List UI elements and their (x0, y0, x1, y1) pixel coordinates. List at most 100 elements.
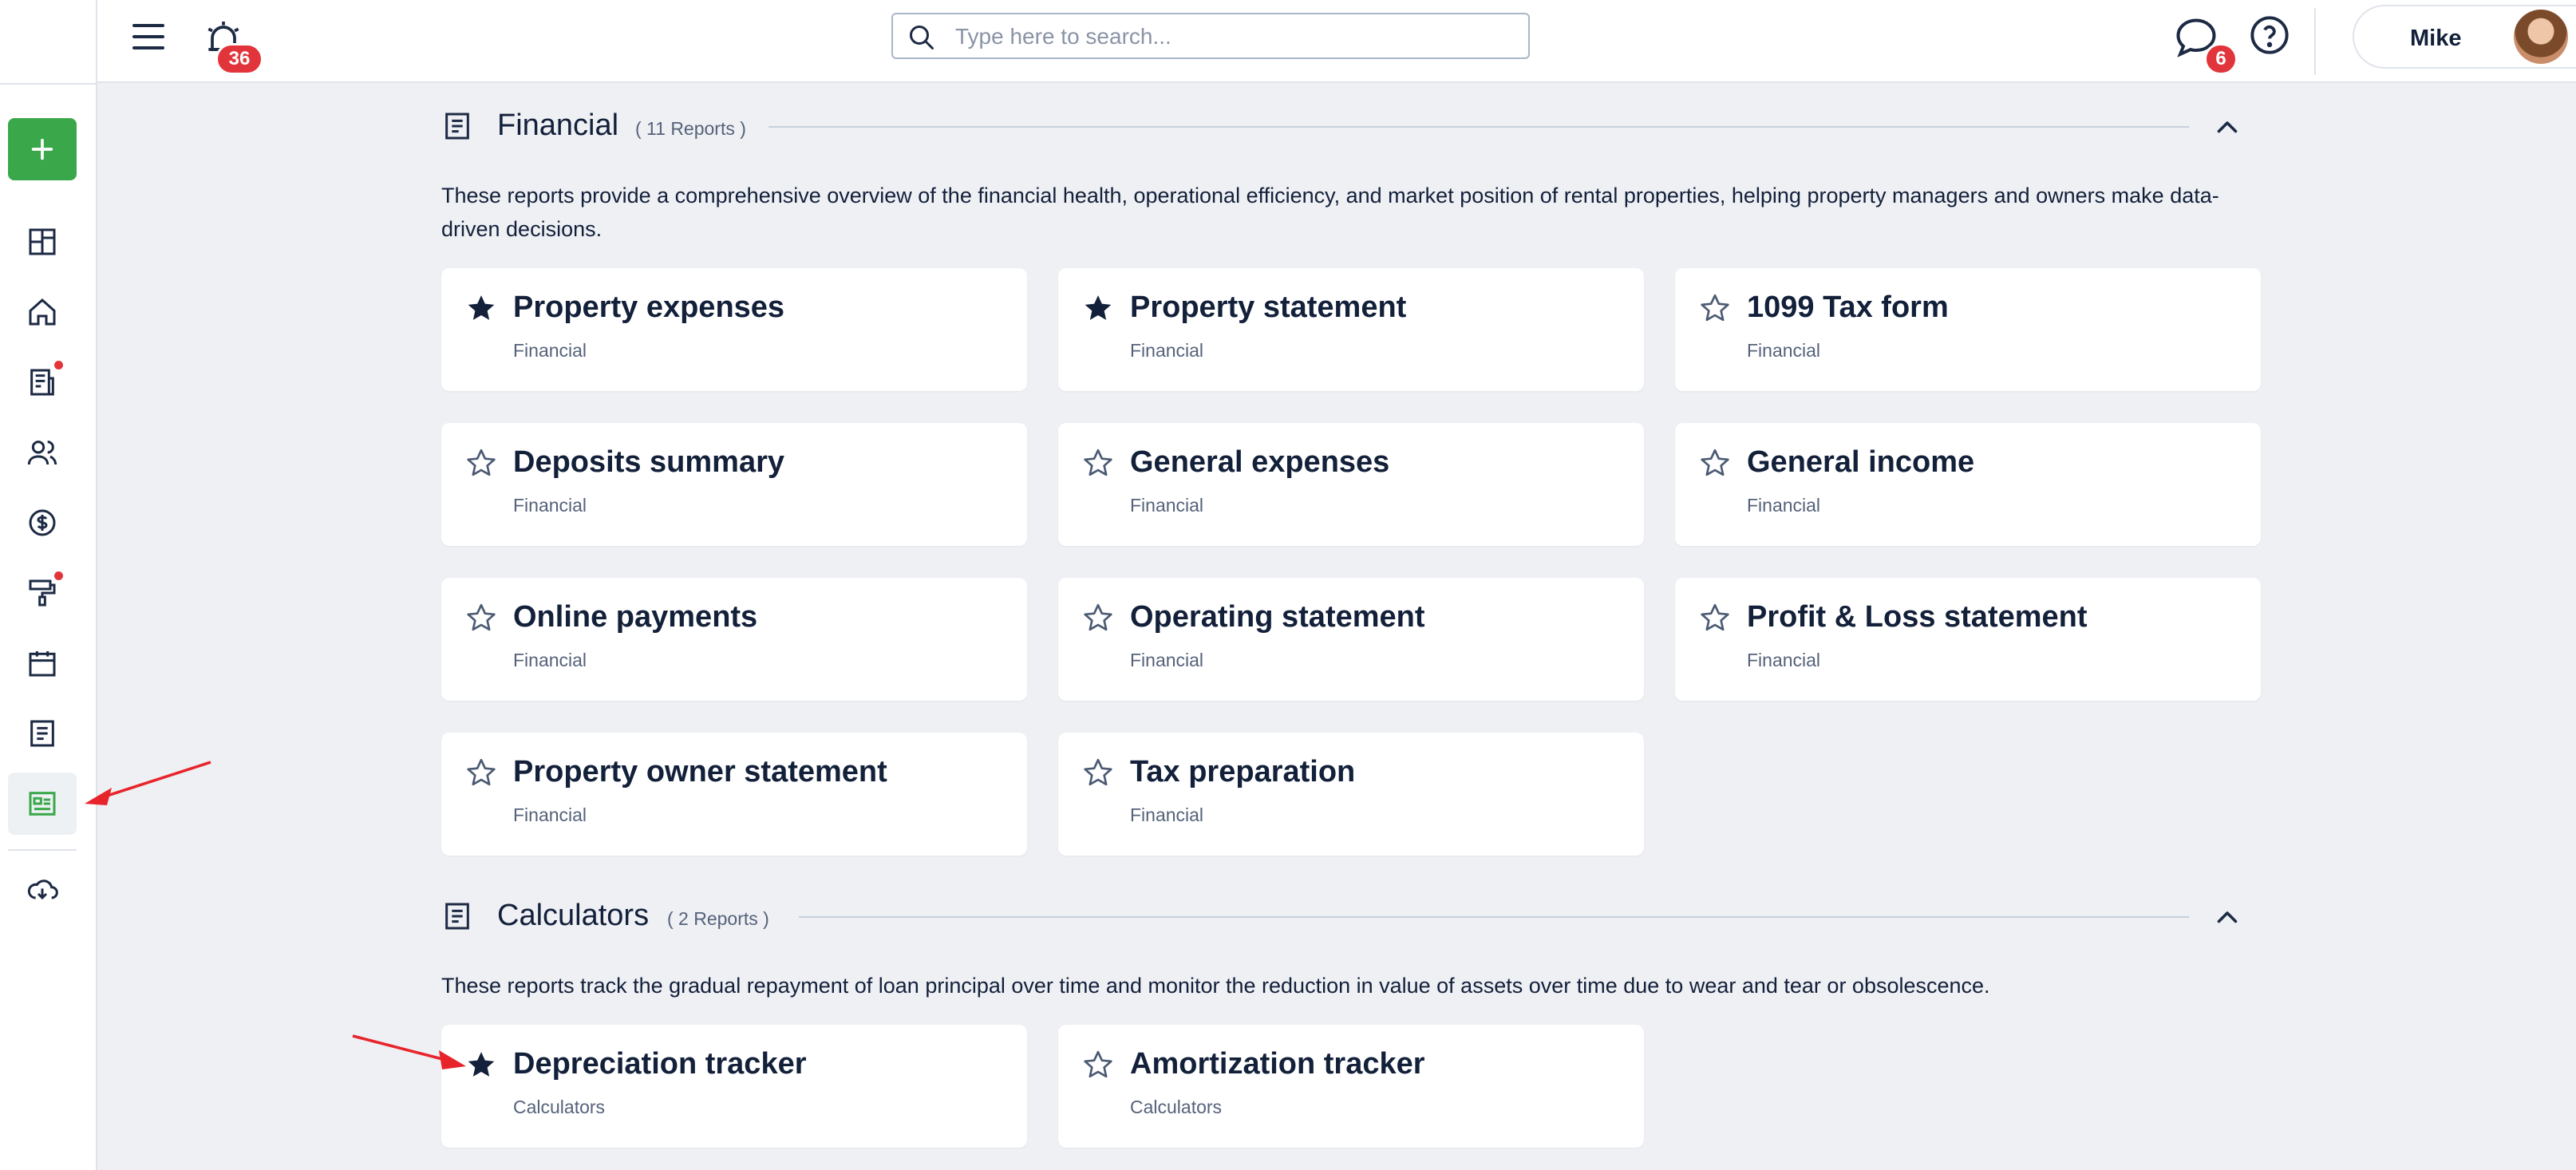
section-description: These reports track the gradual repaymen… (441, 974, 1990, 998)
report-card-general-expenses[interactable]: General expenses Financial (1058, 423, 1644, 546)
star-outline-icon[interactable] (1082, 602, 1114, 634)
report-card-category: Financial (1747, 495, 1821, 516)
star-outline-icon[interactable] (1699, 292, 1731, 324)
report-card-title: General expenses (1130, 445, 1390, 479)
home-icon (29, 298, 56, 326)
search-input[interactable] (954, 19, 1515, 54)
sidebar-item-people[interactable] (8, 421, 77, 484)
report-card-property-owner-statement[interactable]: Property owner statement Financial (441, 733, 1027, 856)
report-card-title: Online payments (513, 600, 758, 634)
notes-icon (445, 113, 469, 140)
star-outline-icon[interactable] (1082, 757, 1114, 789)
dashboard-icon (29, 228, 56, 255)
user-name: Mike (2410, 26, 2462, 51)
star-filled-icon[interactable] (1082, 292, 1114, 324)
report-card-title: Depreciation tracker (513, 1047, 807, 1081)
section-divider (799, 916, 2189, 918)
notification-dot (54, 361, 63, 370)
report-card-property-statement[interactable]: Property statement Financial (1058, 268, 1644, 391)
cloud-download-icon (27, 879, 58, 900)
report-card-title: Tax preparation (1130, 755, 1356, 789)
report-card-title: Amortization tracker (1130, 1047, 1425, 1081)
hamburger-menu-icon[interactable] (129, 18, 168, 56)
report-card-deposits-summary[interactable]: Deposits summary Financial (441, 423, 1027, 546)
reports-icon (29, 792, 56, 816)
chevron-up-icon[interactable] (2213, 903, 2242, 932)
sidebar-item-reports[interactable] (8, 773, 77, 835)
notifications-badge: 36 (215, 43, 263, 75)
sidebar-item-notes[interactable] (8, 702, 77, 765)
report-card-depreciation-tracker[interactable]: Depreciation tracker Calculators (441, 1025, 1027, 1148)
top-header: 36 6 Mike (97, 0, 2576, 83)
report-card-category: Financial (513, 495, 587, 516)
sidebar-item-properties[interactable] (8, 281, 77, 343)
star-outline-icon[interactable] (465, 447, 497, 479)
star-filled-icon[interactable] (465, 1049, 497, 1081)
star-filled-icon[interactable] (465, 292, 497, 324)
chevron-up-icon[interactable] (2213, 113, 2242, 142)
report-card-title: Property owner statement (513, 755, 887, 789)
messages-badge: 6 (2204, 43, 2238, 75)
report-card-category: Financial (513, 650, 587, 670)
report-card-1099-tax-form[interactable]: 1099 Tax form Financial (1675, 268, 2261, 391)
report-card-tax-preparation[interactable]: Tax preparation Financial (1058, 733, 1644, 856)
avatar[interactable] (2514, 10, 2568, 64)
notes-icon (445, 903, 469, 930)
section-description: These reports provide a comprehensive ov… (441, 184, 2219, 241)
notification-dot (54, 571, 63, 580)
star-outline-icon[interactable] (465, 757, 497, 789)
report-card-online-payments[interactable]: Online payments Financial (441, 578, 1027, 701)
sidebar-item-downloads[interactable] (8, 859, 77, 921)
sidebar-item-leasing[interactable] (8, 351, 77, 413)
report-card-operating-statement[interactable]: Operating statement Financial (1058, 578, 1644, 701)
sidebar-divider (8, 849, 77, 851)
report-card-category: Financial (513, 804, 587, 825)
star-outline-icon[interactable] (1699, 602, 1731, 634)
search-box[interactable] (891, 13, 1530, 59)
calendar-icon (29, 651, 56, 677)
dollar-icon (29, 509, 56, 536)
sidebar-item-dashboard[interactable] (8, 211, 77, 273)
report-card-title: Operating statement (1130, 600, 1425, 634)
report-card-category: Calculators (1130, 1097, 1223, 1117)
sidebar-item-calendar[interactable] (8, 632, 77, 694)
help-icon[interactable] (2249, 14, 2290, 56)
report-card-category: Financial (1130, 495, 1204, 516)
sidebar (0, 0, 97, 1170)
document-list-icon (30, 369, 54, 396)
sidebar-item-accounting[interactable] (8, 492, 77, 554)
section-header-calculators: Calculators ( 2 Reports ) (441, 892, 2261, 940)
report-card-category: Calculators (513, 1097, 606, 1117)
section-divider (768, 126, 2189, 128)
report-card-category: Financial (1130, 804, 1204, 825)
sidebar-logo-area (0, 0, 96, 85)
star-outline-icon[interactable] (465, 602, 497, 634)
report-card-title: Profit & Loss statement (1747, 600, 2088, 634)
people-icon (27, 441, 57, 465)
report-card-category: Financial (1747, 340, 1821, 361)
paint-roller-icon (29, 579, 56, 607)
report-card-category: Financial (1747, 650, 1821, 670)
report-card-general-income[interactable]: General income Financial (1675, 423, 2261, 546)
section-header-financial: Financial ( 11 Reports ) (441, 102, 2261, 150)
report-card-category: Financial (513, 340, 587, 361)
annotation-arrow (352, 1034, 466, 1069)
section-title: Financial (497, 109, 619, 142)
star-outline-icon[interactable] (1699, 447, 1731, 479)
section-count: ( 2 Reports ) (667, 908, 769, 929)
report-card-category: Financial (1130, 340, 1204, 361)
sidebar-item-maintenance[interactable] (8, 562, 77, 624)
report-card-profit-loss-statement[interactable]: Profit & Loss statement Financial (1675, 578, 2261, 701)
header-divider (2314, 8, 2316, 75)
report-card-category: Financial (1130, 650, 1204, 670)
star-outline-icon[interactable] (1082, 447, 1114, 479)
star-outline-icon[interactable] (1082, 1049, 1114, 1081)
report-card-title: Property expenses (513, 291, 785, 324)
search-icon (910, 26, 934, 49)
report-card-amortization-tracker[interactable]: Amortization tracker Calculators (1058, 1025, 1644, 1148)
report-card-title: General income (1747, 445, 1975, 479)
section-count: ( 11 Reports ) (635, 118, 746, 139)
report-card-property-expenses[interactable]: Property expenses Financial (441, 268, 1027, 391)
notes-icon (30, 720, 54, 747)
add-button[interactable] (8, 118, 77, 180)
